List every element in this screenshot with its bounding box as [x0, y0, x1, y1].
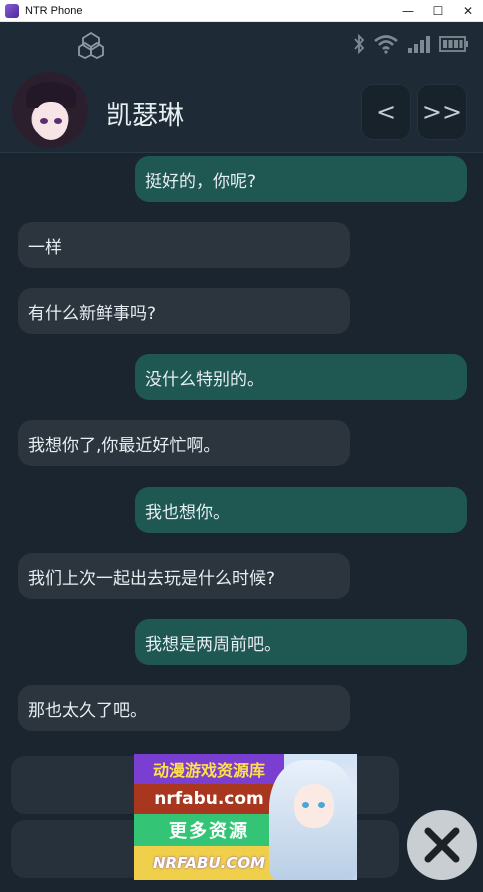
contact-avatar[interactable] — [12, 72, 88, 148]
status-icons — [353, 34, 469, 54]
message-bubble-sent: 我想是两周前吧。 — [135, 619, 467, 665]
ad-character-eye-left — [302, 802, 309, 808]
message-bubble-received: 我想你了,你最近好忙啊。 — [18, 420, 350, 466]
avatar-eye-right — [54, 118, 62, 124]
skip-button[interactable]: >> — [417, 84, 467, 140]
message-list[interactable]: 挺好的，你呢? 一样 有什么新鲜事吗? 没什么特别的。 我想你了,你最近好忙啊。… — [0, 154, 483, 754]
phone-status-bar — [0, 22, 483, 66]
bluetooth-icon — [354, 34, 365, 54]
message-bubble-received: 那也太久了吧。 — [18, 685, 350, 731]
ad-line-3: 更多资源 — [134, 814, 284, 846]
maximize-button[interactable]: ☐ — [423, 0, 453, 22]
ad-line-1: 动漫游戏资源库 — [134, 754, 284, 784]
window-controls: — ☐ ✕ — [393, 0, 483, 22]
ad-line-2: nrfabu.com — [134, 784, 284, 814]
ad-character-face — [294, 784, 334, 828]
signal-icon — [408, 36, 430, 53]
minimize-button[interactable]: — — [393, 0, 423, 22]
window-titlebar: NTR Phone — ☐ ✕ — [0, 0, 483, 22]
close-window-button[interactable]: ✕ — [453, 0, 483, 22]
message-bubble-received: 一样 — [18, 222, 350, 268]
avatar-eye-left — [40, 118, 48, 124]
ad-line-4: NRFABU.COM — [134, 846, 284, 880]
message-bubble-received: 有什么新鲜事吗? — [18, 288, 350, 334]
message-bubble-sent: 我也想你。 — [135, 487, 467, 533]
back-button[interactable]: < — [361, 84, 411, 140]
close-icon — [424, 827, 460, 863]
close-chat-button[interactable] — [407, 810, 477, 880]
app-logo-icon — [78, 31, 104, 59]
ad-banner[interactable]: 动漫游戏资源库 nrfabu.com 更多资源 NRFABU.COM — [134, 754, 357, 880]
contact-name: 凯瑟琳 — [106, 101, 185, 131]
app-icon — [5, 3, 19, 18]
message-bubble-sent: 没什么特别的。 — [135, 354, 467, 400]
message-bubble-sent: 挺好的，你呢? — [135, 156, 467, 202]
message-bubble-received: 我们上次一起出去玩是什么时候? — [18, 553, 350, 599]
window-title: NTR Phone — [25, 4, 83, 17]
battery-icon — [439, 36, 468, 52]
ad-character-eye-right — [318, 802, 325, 808]
wifi-icon — [374, 35, 398, 54]
chat-header: 凯瑟琳 < >> — [0, 66, 483, 153]
